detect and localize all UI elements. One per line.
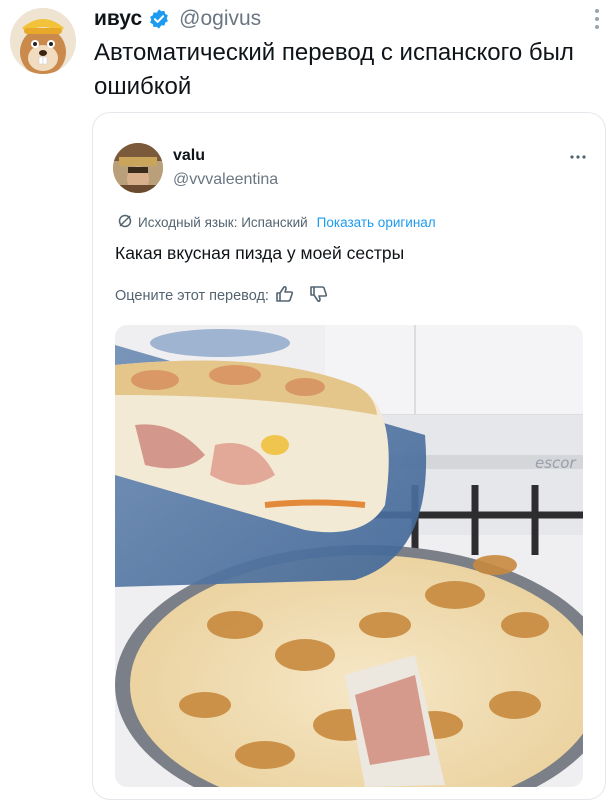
more-dots-icon[interactable]: [569, 147, 587, 165]
tweet-header: ивус @ogivus: [94, 6, 261, 32]
stove-brand-text: escor: [535, 454, 576, 472]
author-avatar[interactable]: [10, 8, 76, 74]
author-name[interactable]: ивус: [94, 7, 142, 31]
pie-photo-image: escor: [115, 325, 583, 787]
show-original-link[interactable]: Показать оригинал: [317, 215, 436, 230]
translation-info: Исходный язык: Испанский Показать оригин…: [117, 213, 436, 232]
translate-icon: [117, 213, 133, 232]
rate-translation: Оцените этот перевод:: [115, 285, 329, 307]
quoted-author-name[interactable]: valu: [173, 147, 205, 165]
more-options-icon[interactable]: [594, 8, 600, 31]
quoted-author-handle[interactable]: @vvvaleentina: [173, 171, 278, 189]
quoted-avatar-image: [113, 143, 163, 193]
rate-translation-label: Оцените этот перевод:: [115, 288, 269, 304]
beaver-avatar-image: [10, 8, 76, 74]
thumbs-down-icon[interactable]: [309, 285, 329, 307]
verified-badge-icon: [148, 8, 170, 30]
attached-photo[interactable]: escor: [115, 325, 583, 787]
tweet-text: Автоматический перевод с испанского был …: [94, 39, 574, 100]
quoted-tweet-card[interactable]: valu @vvvaleentina Исходный язык: Испанс…: [92, 112, 606, 800]
translated-text: Какая вкусная пизда у моей сестры: [115, 243, 405, 263]
thumbs-up-icon[interactable]: [275, 285, 295, 307]
source-language-label: Исходный язык: Испанский: [138, 215, 308, 230]
quoted-author-avatar[interactable]: [113, 143, 163, 193]
author-handle[interactable]: @ogivus: [179, 7, 261, 31]
